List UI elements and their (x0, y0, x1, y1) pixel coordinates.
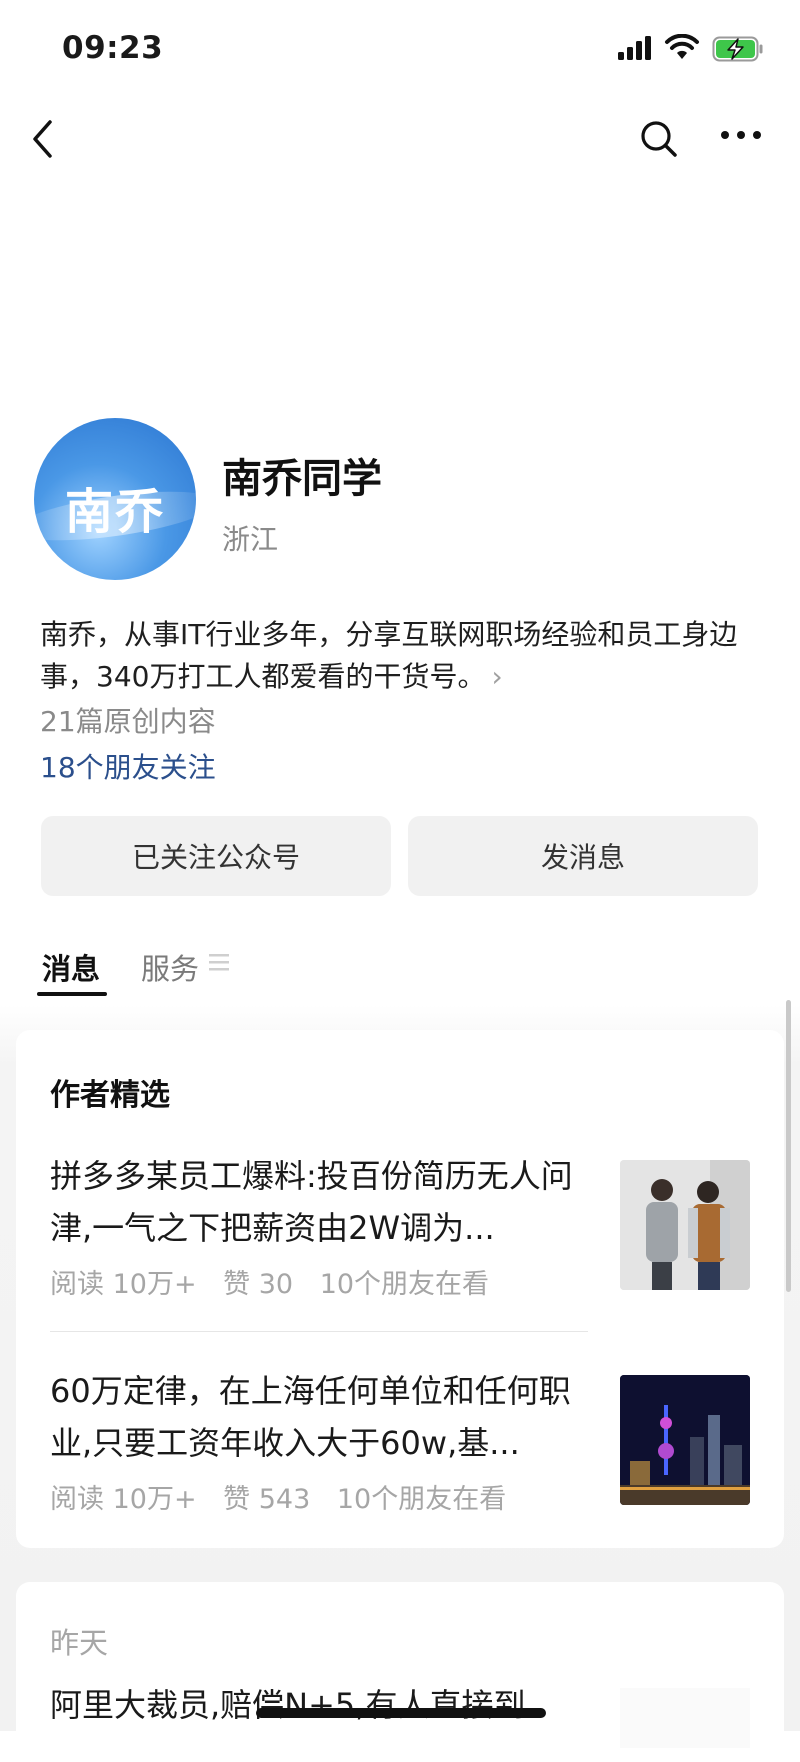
chevron-right-icon: › (491, 660, 503, 693)
article-thumbnail[interactable] (620, 1375, 750, 1505)
article-like-count: 赞 543 (223, 1484, 311, 1515)
signal-icon (618, 36, 651, 60)
account-name: 南乔同学 (222, 456, 382, 502)
back-chevron-icon[interactable] (30, 118, 56, 160)
account-region: 浙江 (222, 523, 279, 556)
article-read-count: 阅读 10万+ (50, 1269, 197, 1300)
battery-charging-icon (712, 36, 763, 62)
article-meta: 阅读 10万+ 赞 543 10个朋友在看 (50, 1477, 524, 1516)
article-meta: 阅读 10万+ 赞 30 10个朋友在看 (50, 1262, 507, 1301)
scrollbar[interactable] (786, 1000, 791, 1292)
article-title[interactable]: 阿里大裁员,赔偿N+5,有人直接到 (50, 1680, 525, 1726)
avatar[interactable]: 南乔 (34, 418, 196, 580)
message-date-label: 昨天 (50, 1626, 109, 1660)
article-like-count: 赞 30 (223, 1269, 294, 1300)
status-time: 09:23 (62, 30, 164, 66)
account-description[interactable]: 南乔，从事IT行业多年，分享互联网职场经验和员工身边事，340万打工人都爱看的干… (40, 614, 760, 698)
article-title[interactable]: 拼多多某员工爆料:投百份简历无人问津,一气之下把薪资由2W调为... (50, 1150, 598, 1254)
article-friends-watching: 10个朋友在看 (319, 1269, 490, 1300)
article-thumbnail[interactable] (620, 1160, 750, 1290)
featured-section-title: 作者精选 (50, 1078, 170, 1113)
article-thumbnail[interactable] (620, 1688, 750, 1748)
tab-messages[interactable]: 消息 (42, 946, 100, 988)
avatar-logo-text: 南乔 (64, 484, 165, 540)
send-message-button[interactable]: 发消息 (408, 816, 758, 896)
two-men-photo (620, 1160, 750, 1290)
home-indicator[interactable] (256, 1708, 546, 1718)
menu-icon[interactable] (209, 953, 229, 971)
description-text: 南乔，从事IT行业多年，分享互联网职场经验和员工身边事，340万打工人都爱看的干… (40, 618, 738, 693)
original-content-count[interactable]: 21篇原创内容 (40, 700, 216, 740)
article-read-count: 阅读 10万+ (50, 1484, 197, 1515)
followed-account-button[interactable]: 已关注公众号 (41, 816, 391, 896)
article-friends-watching: 10个朋友在看 (336, 1484, 507, 1515)
article-title[interactable]: 60万定律，在上海任何单位和任何职业,只要工资年收入大于60w,基... (50, 1365, 598, 1469)
article-divider (50, 1331, 588, 1332)
wifi-icon (665, 34, 699, 59)
city-skyline-photo (620, 1375, 750, 1505)
search-icon[interactable] (640, 120, 678, 158)
more-options-icon[interactable] (720, 130, 762, 140)
active-tab-indicator (37, 992, 107, 996)
friends-following-link[interactable]: 18个朋友关注 (40, 746, 216, 786)
tab-services[interactable]: 服务 (141, 946, 199, 988)
